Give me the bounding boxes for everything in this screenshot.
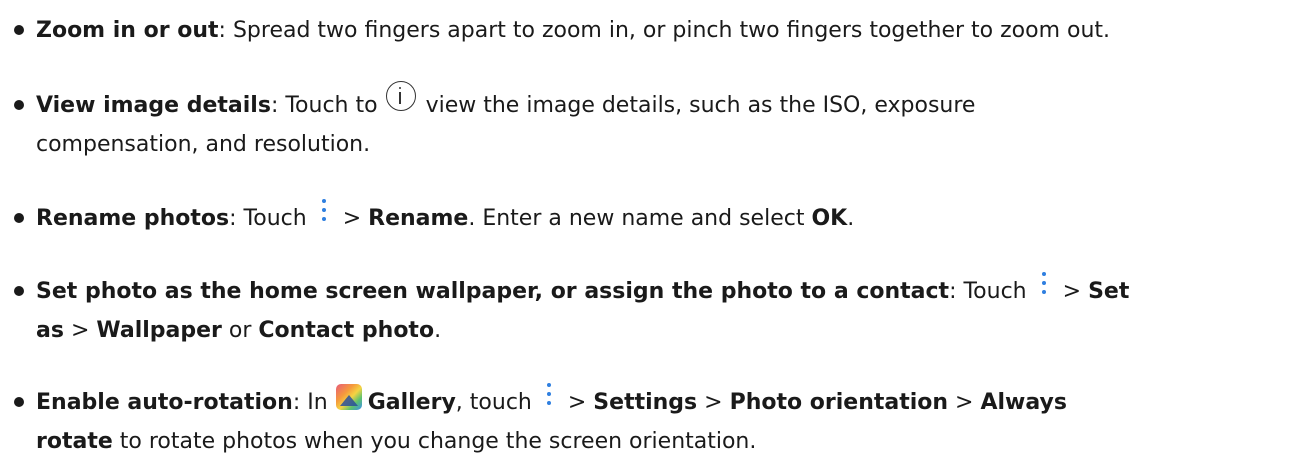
menu-rotate: rotate: [36, 429, 113, 454]
item-text: . Enter a new name and select: [468, 206, 812, 231]
bullet: [14, 100, 24, 110]
menu-rename: Rename: [368, 206, 469, 231]
menu-contact-photo: Contact photo: [258, 318, 435, 343]
app-gallery: Gallery: [367, 390, 456, 415]
item-title: Enable auto-rotation: [36, 390, 293, 415]
menu-photo-orientation: Photo orientation: [729, 390, 949, 415]
item-title: Rename photos: [36, 206, 230, 231]
item-text: to rotate photos when you change the scr…: [112, 429, 757, 454]
list-item-auto-rotation: Enable auto-rotation: In Gallery, touch > …: [14, 383, 1294, 461]
menu-wallpaper: Wallpaper: [96, 318, 222, 343]
item-text: , touch: [455, 390, 532, 415]
menu-always: Always: [980, 390, 1067, 415]
item-text: : Touch: [949, 279, 1027, 304]
info-icon: [385, 81, 416, 111]
bullet: [14, 25, 24, 35]
list-item-zoom: Zoom in or out: Spread two fingers apart…: [14, 11, 1294, 50]
list-item-rename: Rename photos: Touch > Rename. Enter a ne…: [14, 199, 1294, 238]
item-text: : Spread two fingers apart to zoom in, o…: [218, 18, 1111, 43]
item-text: >: [697, 390, 730, 415]
item-text: compensation, and resolution.: [36, 132, 371, 157]
item-title: View image details: [36, 93, 271, 118]
item-text: >: [567, 390, 594, 415]
item-title: Zoom in or out: [36, 18, 219, 43]
item-text: : In: [292, 390, 328, 415]
item-text: >: [1062, 279, 1089, 304]
item-text: view the image details, such as the ISO,…: [425, 93, 976, 118]
item-text: : Touch to: [270, 93, 378, 118]
more-icon: [319, 197, 329, 225]
more-icon: [544, 381, 554, 409]
bullet: [14, 286, 24, 296]
item-text: .: [434, 318, 442, 343]
gallery-icon: [335, 384, 362, 410]
menu-set: Set: [1088, 279, 1130, 304]
item-text: >: [948, 390, 981, 415]
item-title: Set photo as the home screen wallpaper, …: [36, 279, 950, 304]
bullet: [14, 397, 24, 407]
list-item-set-as: Set photo as the home screen wallpaper, …: [14, 272, 1294, 350]
item-text: >: [63, 318, 97, 343]
item-text: .: [847, 206, 855, 231]
more-icon: [1039, 270, 1049, 298]
item-text: or: [221, 318, 259, 343]
list-item-view-details: View image details: Touch to view the ima…: [14, 81, 1294, 164]
bullet: [14, 213, 24, 223]
item-text: >: [342, 206, 369, 231]
menu-settings: Settings: [593, 390, 698, 415]
menu-ok: OK: [811, 206, 848, 231]
item-text: : Touch: [229, 206, 307, 231]
menu-as: as: [36, 318, 64, 343]
